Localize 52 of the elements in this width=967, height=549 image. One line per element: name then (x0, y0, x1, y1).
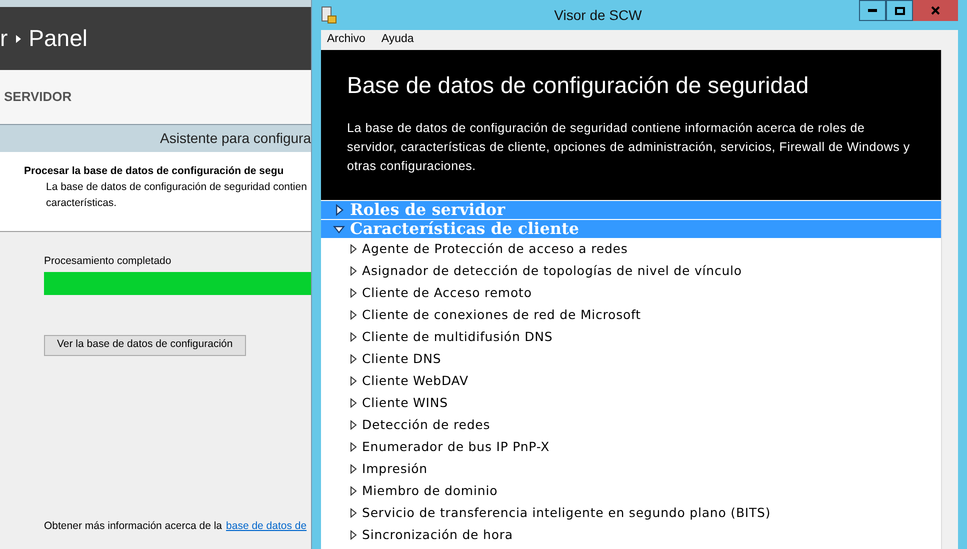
feature-item[interactable]: Cliente de multidifusión DNS (362, 328, 553, 346)
feature-item[interactable]: Impresión (362, 460, 428, 478)
expand-icon[interactable] (348, 332, 358, 342)
expand-icon[interactable] (348, 464, 358, 474)
step-description: La base de datos de configuración de seguridad contien (45, 180, 308, 195)
expand-icon[interactable] (348, 530, 358, 540)
page-description: La base de datos de configuración de seguridad contiene información acerca de roles de servidor, características de cliente, opciones de administración, servicios, Firewall de Windows y otras configuraciones. (347, 120, 911, 175)
menu-item[interactable]: Ayuda (381, 31, 414, 49)
close-icon (931, 6, 940, 15)
expand-icon[interactable] (333, 204, 345, 216)
window-title: Visor de SCW (553, 6, 643, 24)
feature-item[interactable]: Cliente WINS (362, 394, 448, 412)
breadcrumb-item[interactable]: Panel (28, 21, 88, 56)
step-title: Procesar la base de datos de configuración de segu (24, 164, 285, 179)
step-description: características. (45, 196, 118, 210)
feature-item[interactable]: Cliente DNS (362, 350, 442, 368)
feature-item[interactable]: Enumerador de bus IP PnP-X (362, 438, 550, 456)
feature-item[interactable]: Sincronización de hora (362, 526, 513, 544)
feature-item[interactable]: Detección de redes (362, 416, 490, 434)
collapse-icon[interactable] (333, 223, 345, 235)
close-button[interactable] (913, 0, 958, 21)
section-heading: SERVIDOR (4, 88, 72, 106)
expand-icon[interactable] (348, 310, 358, 320)
page-title: Base de datos de configuración de seguridad (347, 71, 810, 100)
app-icon (321, 6, 337, 24)
breadcrumb-item[interactable]: r (0, 21, 8, 56)
feature-item[interactable]: Servicio de transferencia inteligente en segundo plano (BITS) (362, 504, 771, 522)
info-text: Obtener más información acerca de la (44, 519, 222, 534)
feature-item[interactable]: Asignador de detección de topologías de nivel de vínculo (362, 262, 742, 280)
feature-item[interactable]: Agente de Protección de acceso a redes (362, 240, 628, 258)
menu-item[interactable]: Archivo (327, 31, 366, 49)
expand-icon[interactable] (348, 398, 358, 408)
expand-icon[interactable] (348, 420, 358, 430)
expand-icon[interactable] (348, 288, 358, 298)
view-database-button[interactable]: Ver la base de datos de configuración (44, 334, 246, 356)
minimize-button[interactable] (859, 0, 886, 21)
expand-icon[interactable] (348, 486, 358, 496)
database-link[interactable]: base de datos de (226, 519, 307, 535)
feature-item[interactable]: Miembro de dominio (362, 482, 498, 500)
expand-icon[interactable] (348, 376, 358, 386)
feature-item[interactable]: Cliente de Acceso remoto (362, 284, 532, 302)
scrollbar[interactable] (941, 50, 958, 549)
feature-item[interactable]: Cliente de conexiones de red de Microsoft (362, 306, 641, 324)
expand-icon[interactable] (348, 508, 358, 518)
expand-icon[interactable] (348, 354, 358, 364)
breadcrumb-separator-icon (16, 34, 21, 42)
expand-icon[interactable] (348, 266, 358, 276)
expand-icon[interactable] (348, 244, 358, 254)
wizard-title: Asistente para configura (160, 129, 311, 148)
feature-item[interactable]: Cliente WebDAV (362, 372, 468, 390)
progress-label: Procesamiento completado (44, 254, 172, 269)
expand-icon[interactable] (348, 442, 358, 452)
